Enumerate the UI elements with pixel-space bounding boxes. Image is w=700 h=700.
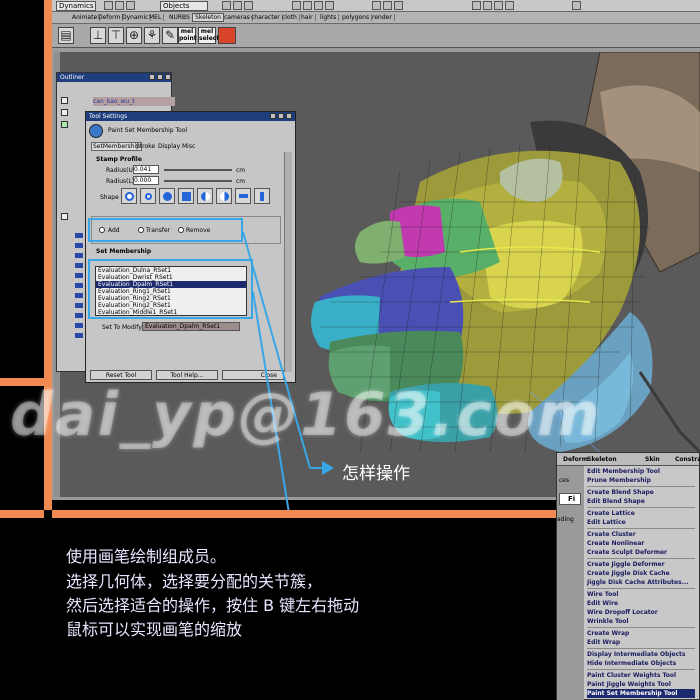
menu-divider — [587, 507, 695, 508]
menu-deform[interactable]: Deform — [563, 453, 588, 466]
menu-skin[interactable]: Skin — [645, 453, 660, 466]
menu-item[interactable]: Edit Wrap — [587, 638, 695, 647]
menu-item[interactable]: Wrinkle Tool — [587, 617, 695, 626]
menu-skeleton[interactable]: Skeleton — [587, 453, 617, 466]
menu-item[interactable]: Create Jiggle Disk Cache — [587, 569, 695, 578]
arrow-label: 怎样操作 — [342, 464, 410, 484]
menu-divider — [587, 627, 695, 628]
menu-divider — [587, 528, 695, 529]
menu-divider — [587, 588, 695, 589]
tutorial-screenshot: { "topbar": { "menu_set": "Dynamics", "s… — [0, 0, 700, 700]
menu-item[interactable]: Edit Membership Tool — [587, 467, 695, 476]
watermark: dai_yp@163.com — [10, 380, 602, 450]
menu-divider — [587, 558, 695, 559]
menu-item[interactable]: Paint Cluster Weights Tool — [587, 671, 695, 680]
menu-item[interactable]: Edit Lattice — [587, 518, 695, 527]
side-label: Fi — [559, 493, 581, 505]
menu-item[interactable]: Hide Intermediate Objects — [587, 659, 695, 668]
menu-item[interactable]: Create Lattice — [587, 509, 695, 518]
menu-item[interactable]: Create Blend Shape — [587, 488, 695, 497]
menu-item[interactable]: Display Intermediate Objects — [587, 650, 695, 659]
menu-item[interactable]: Edit Wire — [587, 599, 695, 608]
menu-item[interactable]: Create Jiggle Deformer — [587, 560, 695, 569]
menu-item[interactable]: Jiggle Disk Cache Attributes... — [587, 578, 695, 587]
menu-item-selected[interactable]: Paint Set Membership Tool — [587, 689, 695, 698]
menu-item[interactable]: Create Wrap — [587, 629, 695, 638]
side-label: ading — [557, 516, 574, 523]
side-label: ces — [559, 477, 570, 484]
instruction-line: 选择几何体，选择要分配的关节簇， — [66, 572, 323, 591]
menu-divider — [587, 648, 695, 649]
instruction-line: 鼠标可以实现画笔的缩放 — [66, 620, 243, 639]
menu-item[interactable]: Wire Dropoff Locator — [587, 608, 695, 617]
menu-item[interactable]: Create Nonlinear — [587, 539, 695, 548]
menu-item[interactable]: Paint Jiggle Weights Tool — [587, 680, 695, 689]
instruction-line: 使用画笔绘制组成员。 — [66, 547, 227, 566]
menu-divider — [587, 486, 695, 487]
menu-item[interactable]: Create Cluster — [587, 530, 695, 539]
menu-item[interactable]: Prune Membership — [587, 476, 695, 485]
menu-item[interactable]: Edit Blend Shape — [587, 497, 695, 506]
deform-menu: Deform Skeleton Skin Constra ces Fi adin… — [556, 452, 700, 700]
menu-divider — [587, 669, 695, 670]
menu-item[interactable]: Create Sculpt Deformer — [587, 548, 695, 557]
menu-constrain[interactable]: Constra — [675, 453, 700, 466]
instruction-line: 然后选择适合的操作，按住 B 键左右拖动 — [66, 596, 360, 615]
menu-bar: Deform Skeleton Skin Constra — [557, 453, 700, 466]
menu-item[interactable]: Wire Tool — [587, 590, 695, 599]
